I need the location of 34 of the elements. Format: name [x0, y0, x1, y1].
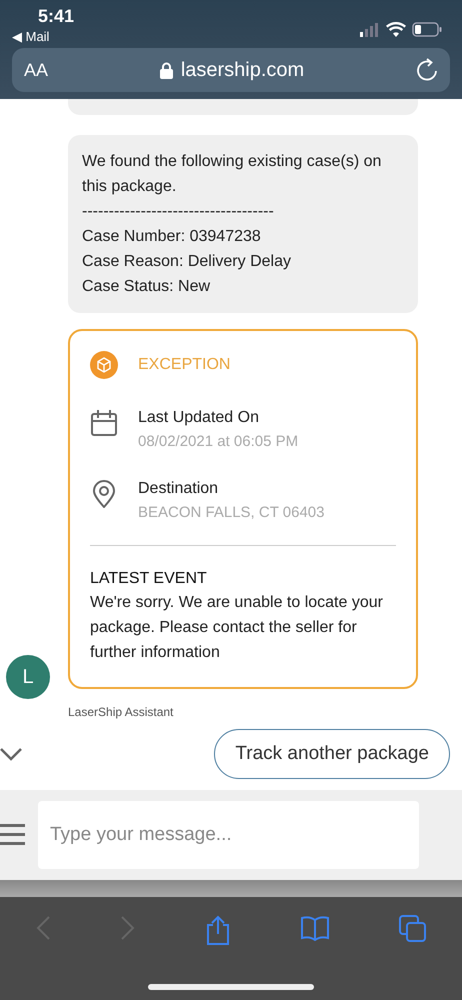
message-line: We found the following existing case(s) on this package. [82, 152, 382, 197]
lock-icon [160, 62, 173, 78]
battery-icon [412, 22, 442, 37]
book-icon[interactable] [300, 915, 330, 941]
share-icon[interactable] [206, 915, 230, 945]
back-to-app-link[interactable]: ◀ Mail [12, 29, 74, 44]
address-bar[interactable]: AA lasership.com [12, 48, 450, 92]
calendar-icon [90, 409, 118, 437]
event-title: LATEST EVENT [90, 570, 208, 588]
package-icon [90, 351, 118, 379]
detail-label: Last Updated On [138, 409, 260, 427]
url-text: lasership.com [180, 58, 304, 82]
message-line: Case Status: New [82, 277, 212, 297]
chevron-down-icon[interactable] [0, 747, 22, 761]
message-line: ------------------------------------ [82, 202, 275, 222]
quick-reply-button[interactable]: Track another package [214, 729, 450, 779]
detail-value: BEACON FALLS, CT 06403 [138, 504, 324, 521]
location-pin-icon [90, 480, 118, 508]
message-line: Case Number: 03947238 [82, 227, 262, 247]
event-text: We're sorry. We are unable to locate your package. Please contact the seller for further information [90, 593, 384, 663]
sender-name: LaserShip Assistant [68, 705, 174, 719]
signal-icon [360, 22, 380, 36]
avatar: L [6, 655, 50, 699]
message-input[interactable]: Type your message... [38, 801, 419, 869]
text-size-button[interactable]: AA [24, 60, 48, 80]
detail-label: Destination [138, 480, 220, 498]
menu-icon[interactable] [0, 823, 26, 847]
detail-value: 08/02/2021 at 06:05 PM [138, 433, 298, 450]
status-time: 5:41 [38, 6, 74, 26]
message-line: Case Reason: Delivery Delay [82, 252, 292, 272]
wifi-icon [386, 22, 406, 37]
reload-icon[interactable] [416, 58, 438, 82]
tabs-icon[interactable] [399, 915, 428, 943]
status-label: EXCEPTION [138, 356, 230, 374]
